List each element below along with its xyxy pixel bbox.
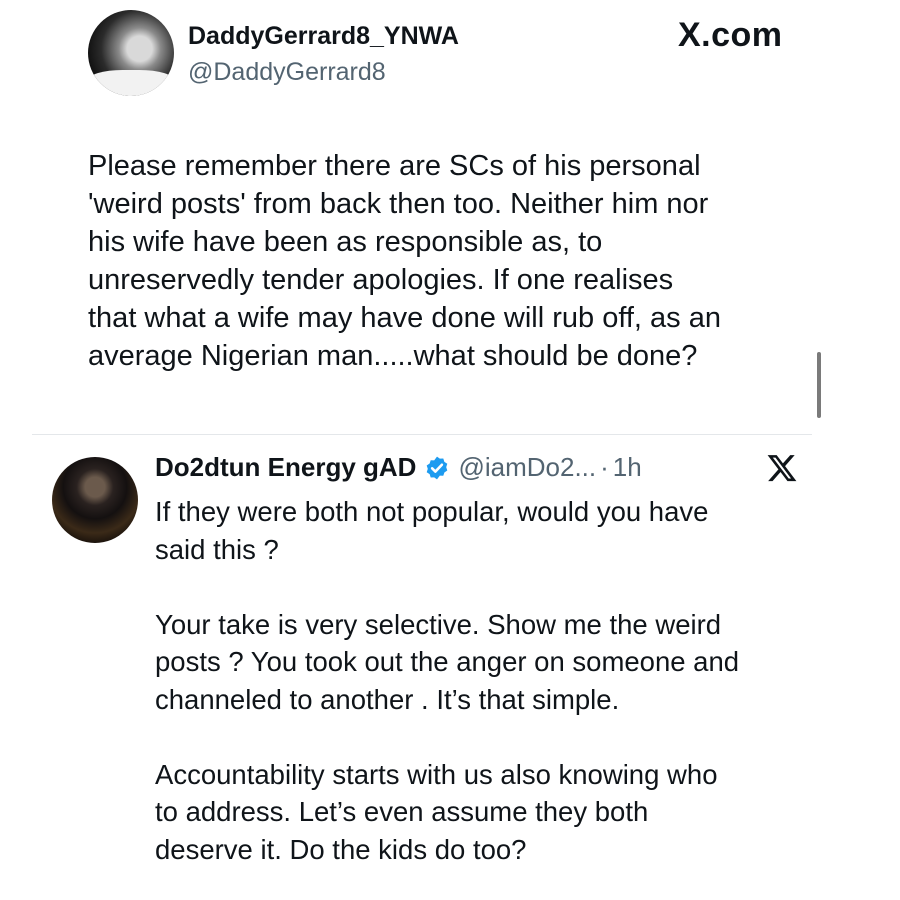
author-name[interactable]: DaddyGerrard8_YNWA — [188, 22, 459, 51]
verified-badge-icon — [427, 456, 448, 479]
brand-label: X.com — [678, 16, 783, 54]
author-avatar[interactable] — [88, 10, 174, 96]
tweet-text: Please remember there are SCs of his per… — [88, 150, 721, 372]
reply-author-name[interactable]: Do2dtun Energy gAD — [155, 452, 416, 483]
author-handle[interactable]: @DaddyGerrard8 — [188, 58, 386, 87]
reply-author-avatar[interactable] — [52, 457, 138, 543]
separator-dot: · — [600, 452, 609, 482]
reply-timestamp[interactable]: 1h — [613, 452, 642, 483]
reply-header: Do2dtun Energy gAD @iamDo2... · 1h — [155, 452, 642, 483]
divider — [32, 434, 812, 435]
reply-author-handle[interactable]: @iamDo2... — [458, 452, 596, 483]
reply-text: If they were both not popular, would you… — [155, 496, 740, 865]
scrollbar[interactable] — [817, 352, 821, 418]
x-logo-icon — [767, 455, 797, 482]
